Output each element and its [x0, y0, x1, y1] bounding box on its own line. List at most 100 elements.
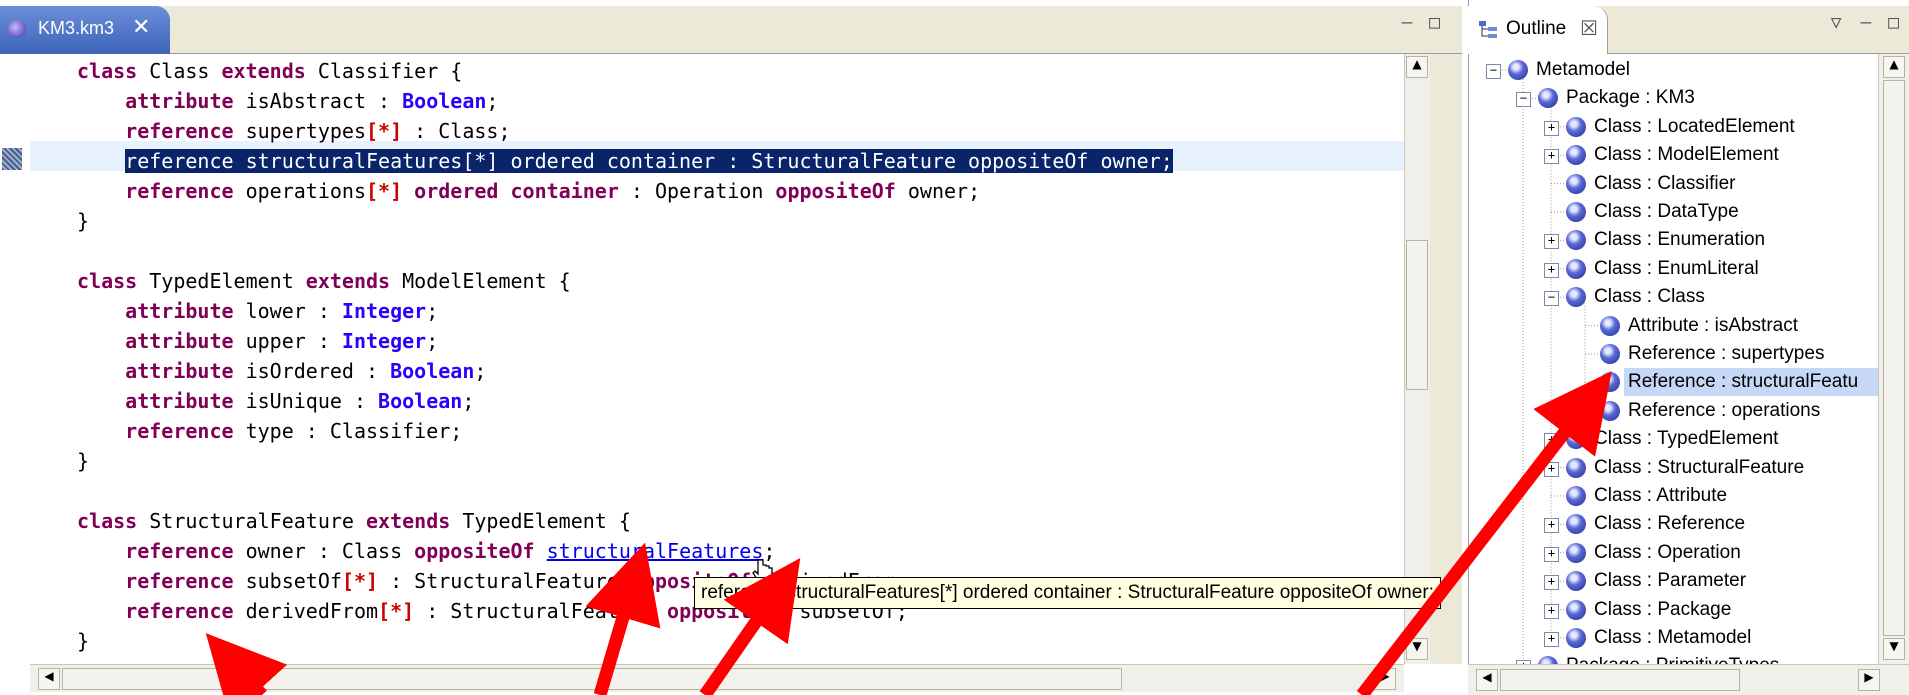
tree-item-label: Class : Attribute: [1594, 485, 1728, 506]
code-token-kw2: Integer: [341, 329, 427, 353]
editor-horizontal-scrollbar[interactable]: ◀ ▶: [30, 664, 1404, 692]
scroll-left-icon[interactable]: ◀: [1476, 669, 1498, 691]
outline-tree[interactable]: − Metamodel − Package : KM3 + Class : Located…: [1468, 54, 1878, 664]
code-line[interactable]: reference operations[*] ordered containe…: [77, 176, 980, 206]
code-line[interactable]: attribute isOrdered : Boolean;: [77, 356, 486, 386]
view-menu-icon[interactable]: ▽: [1831, 12, 1842, 33]
model-element-icon: [1566, 599, 1586, 620]
selected-text: reference structuralFeatures[*] ordered …: [125, 149, 1173, 173]
scroll-up-icon[interactable]: ▲: [1406, 56, 1428, 78]
code-line[interactable]: }: [77, 626, 89, 656]
outline-tab[interactable]: Outline ☒: [1468, 6, 1608, 54]
expand-icon[interactable]: +: [1544, 546, 1559, 562]
code-line[interactable]: attribute upper : Integer;: [77, 326, 438, 356]
outline-vertical-scrollbar[interactable]: ▲ ▼: [1878, 54, 1909, 664]
close-outline-icon[interactable]: ☒: [1580, 16, 1598, 40]
code-text: isUnique :: [233, 389, 379, 413]
code-line[interactable]: }: [77, 206, 89, 236]
outline-hscroll-thumb[interactable]: [1500, 669, 1740, 691]
tree-item-label: Class : ModelElement: [1594, 144, 1779, 166]
tree-item-label: Class : LocatedElement: [1594, 115, 1795, 137]
collapse-icon[interactable]: −: [1516, 92, 1531, 108]
expand-icon[interactable]: +: [1544, 632, 1559, 647]
expand-icon[interactable]: +: [1544, 262, 1559, 278]
maximize-icon[interactable]: □: [1888, 12, 1899, 33]
tree-item-label: Reference : structuralFeatu: [1628, 371, 1859, 393]
tree-item-label: Class : StructuralFeature: [1594, 456, 1805, 478]
expand-icon[interactable]: +: [1544, 603, 1559, 619]
code-line[interactable]: reference type : Classifier;: [77, 416, 462, 446]
minimize-icon[interactable]: –: [1401, 12, 1412, 33]
occurrence-marker-icon: [2, 148, 22, 170]
editor-scroll-thumb[interactable]: [1406, 240, 1428, 390]
editor-tab[interactable]: KM3.km3 ✕: [0, 6, 170, 54]
code-text: derivedFrom: [233, 599, 379, 623]
code-token-kw2: Boolean: [390, 359, 475, 383]
code-line[interactable]: attribute isUnique : Boolean;: [77, 386, 474, 416]
maximize-icon[interactable]: □: [1429, 12, 1440, 33]
code-token-kw: attribute: [125, 389, 234, 413]
code-line[interactable]: class StructuralFeature extends TypedEle…: [77, 506, 631, 536]
scroll-right-icon[interactable]: ▶: [1374, 668, 1396, 690]
expand-icon[interactable]: +: [1544, 575, 1559, 591]
collapse-icon[interactable]: −: [1486, 64, 1501, 79]
editor-vertical-scrollbar[interactable]: ▲ ▼: [1404, 54, 1430, 664]
code-line[interactable]: attribute isAbstract : Boolean;: [77, 86, 498, 116]
code-text: ;: [426, 299, 439, 323]
code-line[interactable]: reference supertypes[*] : Class;: [77, 116, 510, 146]
code-line[interactable]: }: [77, 446, 89, 476]
minimize-icon[interactable]: –: [1860, 12, 1871, 33]
model-element-icon: [1566, 258, 1586, 279]
scroll-down-icon[interactable]: ▼: [1406, 638, 1428, 660]
outline-tab-title: Outline: [1506, 18, 1567, 39]
hyperlink-reference[interactable]: structuralFeatures: [547, 539, 764, 563]
editor-right-border: [1430, 54, 1462, 664]
expand-icon[interactable]: +: [1544, 120, 1559, 136]
close-tab-icon[interactable]: ✕: [132, 15, 150, 40]
editor-tab-title: KM3.km3: [38, 18, 115, 38]
code-text: }: [77, 209, 90, 233]
code-text: ;: [462, 389, 475, 413]
code-line[interactable]: class TypedElement extends ModelElement …: [77, 266, 571, 296]
scroll-up-icon[interactable]: ▲: [1883, 56, 1905, 78]
model-element-icon: [1600, 344, 1620, 364]
tree-item-label: Class : Operation: [1594, 541, 1741, 563]
code-token-br: [*]: [366, 119, 403, 143]
scroll-down-icon[interactable]: ▼: [1883, 638, 1905, 660]
code-token-kw2: Boolean: [378, 389, 463, 413]
scroll-left-icon[interactable]: ◀: [38, 668, 60, 690]
code-text-area[interactable]: class Class extends Classifier { attribu…: [30, 54, 1404, 664]
expand-icon[interactable]: +: [1544, 518, 1559, 534]
model-element-icon: [1566, 116, 1586, 137]
scroll-right-icon[interactable]: ▶: [1858, 669, 1880, 691]
editor-hscroll-thumb[interactable]: [62, 668, 1122, 690]
code-line[interactable]: reference structuralFeatures[*] ordered …: [77, 146, 1173, 176]
code-token-kw: extends: [366, 509, 451, 533]
code-text: : StructuralFeature: [378, 569, 631, 593]
collapse-icon[interactable]: −: [1544, 291, 1559, 307]
tree-item-label: Class : TypedElement: [1594, 428, 1779, 450]
tree-item-label: Class : EnumLiteral: [1594, 257, 1759, 279]
code-line[interactable]: class Class extends Classifier {: [77, 56, 462, 86]
code-text: ModelElement {: [390, 269, 571, 293]
outline-horizontal-scrollbar[interactable]: ◀ ▶: [1468, 664, 1909, 695]
expand-icon[interactable]: +: [1544, 433, 1559, 449]
editor-window-buttons: – □: [1401, 12, 1440, 33]
code-line[interactable]: reference owner : Class oppositeOf struc…: [77, 536, 775, 566]
expand-icon[interactable]: +: [1544, 461, 1559, 477]
tree-item-label: Class : DataType: [1594, 201, 1739, 222]
expand-icon[interactable]: +: [1544, 234, 1559, 250]
outline-scroll-thumb[interactable]: [1883, 80, 1905, 636]
tree-item-label: Class : Parameter: [1594, 570, 1747, 592]
tree-item-label: Package : PrimitiveTypes: [1566, 652, 1779, 664]
code-line[interactable]: attribute lower : Integer;: [77, 296, 438, 326]
code-text: operations: [233, 179, 366, 203]
model-element-icon: [1600, 315, 1620, 336]
code-text: Classifier {: [305, 59, 463, 83]
expand-icon[interactable]: +: [1544, 149, 1559, 165]
